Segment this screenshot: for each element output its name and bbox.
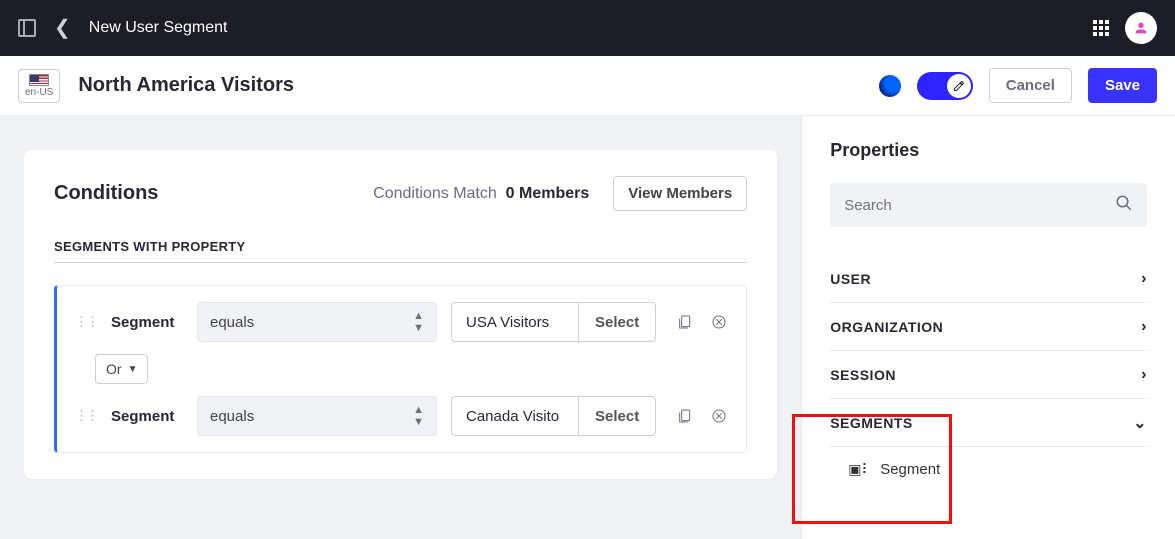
page-title: New User Segment: [89, 19, 228, 37]
caret-down-icon: ▼: [128, 364, 138, 375]
flag-icon: [29, 74, 49, 86]
locale-selector[interactable]: en-US: [18, 69, 60, 103]
rule-field-label: Segment: [111, 408, 183, 425]
search-input[interactable]: [844, 197, 1075, 214]
chevron-right-icon: ›: [1141, 366, 1147, 384]
select-value-button[interactable]: Select: [578, 397, 655, 435]
rule-row: ⋮⋮ Segment equals▲▼ Canada Visito Select: [75, 396, 728, 436]
duplicate-icon[interactable]: [676, 313, 694, 331]
duplicate-icon[interactable]: [676, 407, 694, 425]
rule-row: ⋮⋮ Segment equals▲▼ USA Visitors Select: [75, 302, 728, 342]
pencil-icon: [953, 80, 965, 92]
drag-handle-icon[interactable]: ⋮⋮: [75, 314, 97, 330]
value-display: USA Visitors: [452, 303, 578, 341]
segment-icon: ▣⠇: [848, 461, 866, 478]
chevron-down-icon: ⌄: [1133, 413, 1147, 433]
status-orb-icon[interactable]: [879, 75, 901, 97]
category-segments[interactable]: SEGMENTS⌄: [830, 399, 1147, 447]
chevron-right-icon: ›: [1141, 270, 1147, 288]
value-combo: USA Visitors Select: [451, 302, 656, 342]
or-connector-button[interactable]: Or▼: [95, 354, 148, 384]
operator-select[interactable]: equals▲▼: [197, 396, 437, 436]
updown-icon: ▲▼: [413, 310, 424, 334]
properties-title: Properties: [830, 140, 1147, 161]
content-area: Conditions Conditions Match 0 Members Vi…: [0, 116, 801, 539]
back-icon[interactable]: ❮: [54, 18, 71, 38]
segment-name-heading: North America Visitors: [78, 74, 294, 97]
operator-select[interactable]: equals▲▼: [197, 302, 437, 342]
category-organization[interactable]: ORGANIZATION›: [830, 303, 1147, 351]
active-toggle[interactable]: [917, 72, 973, 100]
value-display: Canada Visito: [452, 397, 578, 435]
search-field[interactable]: [830, 183, 1147, 227]
panel-toggle-icon[interactable]: [18, 19, 36, 37]
cancel-button[interactable]: Cancel: [989, 68, 1072, 103]
save-button[interactable]: Save: [1088, 68, 1157, 103]
rule-field-label: Segment: [111, 314, 183, 331]
property-item-segment[interactable]: ▣⠇ Segment: [830, 447, 1147, 484]
search-icon: [1115, 194, 1133, 217]
remove-icon[interactable]: [710, 313, 728, 331]
rules-group: ⋮⋮ Segment equals▲▼ USA Visitors Select: [54, 285, 747, 453]
chevron-right-icon: ›: [1141, 318, 1147, 336]
properties-panel: Properties USER› ORGANIZATION› SESSION› …: [801, 116, 1175, 539]
avatar[interactable]: [1125, 12, 1157, 44]
drag-handle-icon[interactable]: ⋮⋮: [75, 408, 97, 424]
view-members-button[interactable]: View Members: [613, 176, 747, 211]
category-user[interactable]: USER›: [830, 255, 1147, 303]
section-label: SEGMENTS WITH PROPERTY: [54, 239, 747, 263]
apps-icon[interactable]: [1093, 20, 1109, 36]
category-session[interactable]: SESSION›: [830, 351, 1147, 399]
updown-icon: ▲▼: [413, 404, 424, 428]
select-value-button[interactable]: Select: [578, 303, 655, 341]
top-bar: ❮ New User Segment: [0, 0, 1175, 56]
conditions-card: Conditions Conditions Match 0 Members Vi…: [24, 150, 777, 479]
conditions-match-text: Conditions Match 0 Members: [373, 185, 589, 203]
value-combo: Canada Visito Select: [451, 396, 656, 436]
conditions-title: Conditions: [54, 182, 158, 205]
title-bar: en-US North America Visitors Cancel Save: [0, 56, 1175, 116]
remove-icon[interactable]: [710, 407, 728, 425]
